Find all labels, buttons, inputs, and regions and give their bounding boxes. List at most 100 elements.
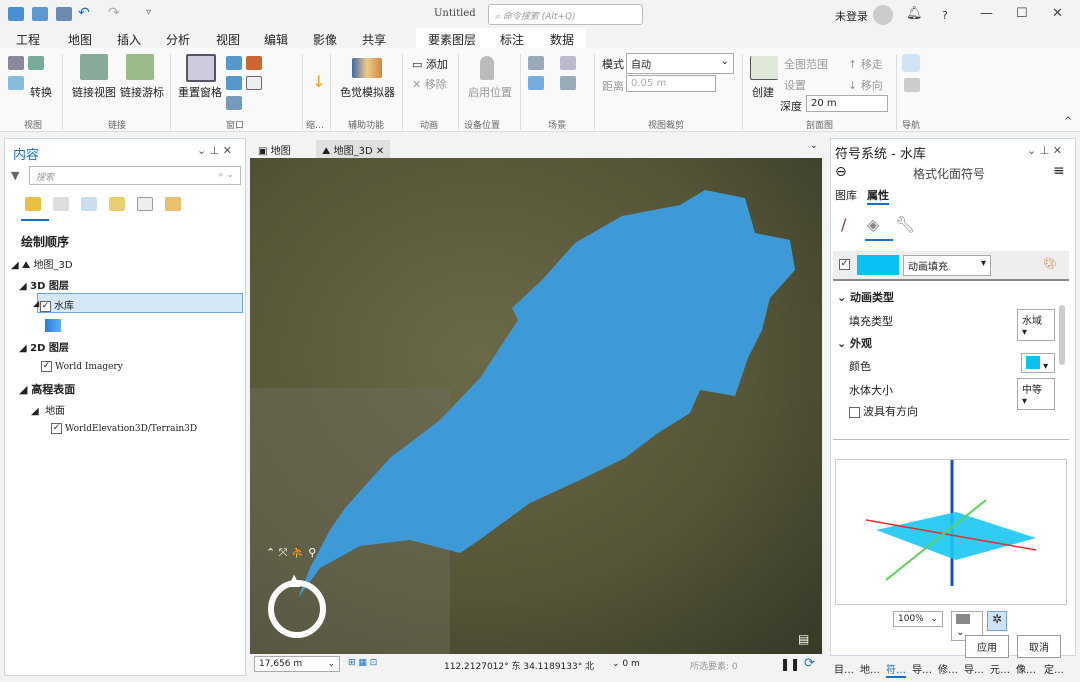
move-away-button[interactable]: ↑ 移走 [848,56,883,72]
grid-tools-icons[interactable]: ⊞ ▦ ⊡ [348,658,377,668]
command-search-input[interactable]: ⌕ 命令搜索 (Alt+Q) [488,4,643,25]
tree-item-reservoir[interactable]: ✓ 水库 [37,293,243,313]
clip-mode-dropdown[interactable]: 自动 ⌄ [626,53,734,74]
terrain-checkbox[interactable]: ✓ [51,423,62,434]
contents-search-input[interactable]: 搜索 ⌕ ⌄ [29,166,241,185]
convert-button[interactable]: 转换 [30,84,52,100]
undo-icon[interactable]: ↶ [78,5,90,21]
refresh-button[interactable]: ⟳ [804,656,815,671]
splitter[interactable] [833,439,1069,440]
move-toward-button[interactable]: ↓ 移向 [848,77,883,93]
navigator-controls[interactable]: ⌃ ⤧ ⛹ ⚲ [266,546,316,560]
tab-overflow-icon[interactable]: ⌄ [810,141,818,151]
drawing-order-icon[interactable] [25,197,41,211]
data-source-icon[interactable] [53,197,69,211]
preview-zoom-dropdown[interactable]: 100% ⌄ [893,611,943,627]
tab-insert[interactable]: 插入 [117,31,141,48]
tab-map[interactable]: 地图 [68,31,92,48]
clip-distance-input[interactable]: 0.05 m [626,75,716,92]
tab-map-2d[interactable]: ▣ 地图 [252,140,297,158]
tab-imagery[interactable]: 影像 [313,31,337,48]
pane-tab-export[interactable]: 导… [964,661,984,676]
snapping-icon[interactable] [137,197,153,211]
tree-item-elevation[interactable]: ◢ 高程表面 [19,381,75,397]
link-views-button[interactable]: 链接视图 [72,84,116,100]
new-project-icon[interactable] [8,7,24,21]
create-profile-button[interactable]: 创建 [752,84,774,100]
reset-panes-button[interactable]: 重置窗格 [178,84,222,100]
pause-drawing-button[interactable]: ❚❚ [780,657,800,671]
symbol-layer-row[interactable]: ✓ 动画填充 ▾ 🎨︎ [833,251,1069,281]
tree-item-map[interactable]: ◢ ⛰ 地图_3D [11,256,73,271]
scene-icon[interactable] [8,76,24,90]
pane-tab-locate[interactable]: 定… [1044,661,1064,676]
tab-labeling[interactable]: 标注 [500,31,524,48]
depth-input[interactable]: 20 m [806,95,888,112]
fill-type-dropdown[interactable]: 水域 ▾ [1017,309,1055,341]
redo-icon[interactable]: ↷ [108,5,120,21]
link-cursor-button[interactable]: 链接游标 [120,84,164,100]
remove-keyframe-button[interactable]: ✕ 移除 [412,76,447,92]
section-appearance[interactable]: ⌄ 外观 [837,335,872,351]
avatar[interactable] [873,5,893,25]
notification-icon[interactable]: 🔔︎ [906,6,923,21]
reservoir-symbol-swatch[interactable] [45,319,61,332]
pane-tab-metadata[interactable]: 元… [990,661,1010,676]
save-icon[interactable] [56,7,72,21]
pane-controls[interactable]: ⌄ ⊥ ✕ [197,144,232,157]
back-button[interactable]: ⊖ [835,164,847,180]
collapse-ribbon-icon[interactable]: ^ [1064,116,1072,127]
scale-dropdown[interactable]: 17,656 m ⌄ [254,656,340,672]
pane-controls[interactable]: ⌄ ⊥ ✕ [1027,144,1062,157]
reservoir-checkbox[interactable]: ✓ [40,300,51,312]
tree-item-3d-layers[interactable]: ◢ 3D 图层 [19,277,69,292]
tree-item-ground[interactable]: ◢ 地面 [31,402,65,417]
map-overlay-icon[interactable]: ▤ [798,632,809,646]
tree-item-terrain[interactable]: ✓ WorldElevation3D/Terrain3D [51,423,197,434]
pane-tab-modify[interactable]: 修… [938,661,958,676]
maximize-button[interactable]: ☐ [1016,6,1028,21]
minimize-button[interactable]: — [980,6,993,21]
sign-in-status[interactable]: 未登录 [835,8,868,24]
toolbox-icon[interactable] [246,56,262,70]
scene-tool-icon[interactable] [560,56,576,70]
enable-location-button[interactable]: 启用位置 [468,84,512,100]
water-color-picker[interactable]: ▾ [1021,353,1055,373]
layers-icon[interactable]: ◈ [867,215,879,234]
globe-icon[interactable] [8,56,24,70]
imagery-checkbox[interactable]: ✓ [41,361,52,372]
filter-icon[interactable]: ▼ [11,169,19,182]
properties-scrollbar[interactable] [1059,305,1065,365]
tab-properties[interactable]: 属性 [867,187,889,205]
pane-tab-symbology[interactable]: 符… [886,661,906,678]
cancel-button[interactable]: 取消 [1017,635,1061,658]
pane-icon[interactable] [226,76,242,90]
download-icon[interactable]: ↓ [312,72,325,91]
scene-tool-icon[interactable] [528,76,544,90]
symbol-layer-checkbox[interactable]: ✓ [839,259,850,270]
apply-button[interactable]: 应用 [965,635,1009,658]
selection-icon[interactable] [81,197,97,211]
pane-tab-pixel[interactable]: 像… [1016,661,1036,676]
scene-view[interactable]: ⌃ ⤧ ⛹ ⚲ ▲ ▤ [250,158,822,654]
editing-icon[interactable] [109,197,125,211]
wave-size-dropdown[interactable]: 中等 ▾ [1017,378,1055,410]
wrench-icon[interactable]: 🔧︎ [895,215,915,234]
python-icon[interactable] [246,76,262,90]
attributes-icon[interactable] [226,96,242,110]
tab-gallery[interactable]: 图库 [835,187,857,203]
labeling-icon[interactable] [165,197,181,211]
tab-share[interactable]: 共享 [362,31,386,48]
tab-feature-layer[interactable]: 要素图层 [428,31,476,48]
tab-analysis[interactable]: 分析 [166,31,190,48]
symbol-palette-icon[interactable]: 🎨︎ [1043,257,1057,270]
open-icon[interactable] [32,7,48,21]
close-button[interactable]: ✕ [1052,6,1063,21]
color-vision-simulator-button[interactable]: 色觉模拟器 [340,84,395,100]
tab-map-3d[interactable]: ⛰ 地图_3D ✕ [316,140,391,158]
symbol-layer-type-dropdown[interactable]: 动画填充 ▾ [903,255,991,276]
customize-icon[interactable]: ▿ [146,7,151,18]
scene-tool-icon[interactable] [528,56,544,70]
preview-3d-toggle[interactable]: ✲ [987,611,1007,631]
profile-settings-button[interactable]: 设置 [784,77,806,93]
